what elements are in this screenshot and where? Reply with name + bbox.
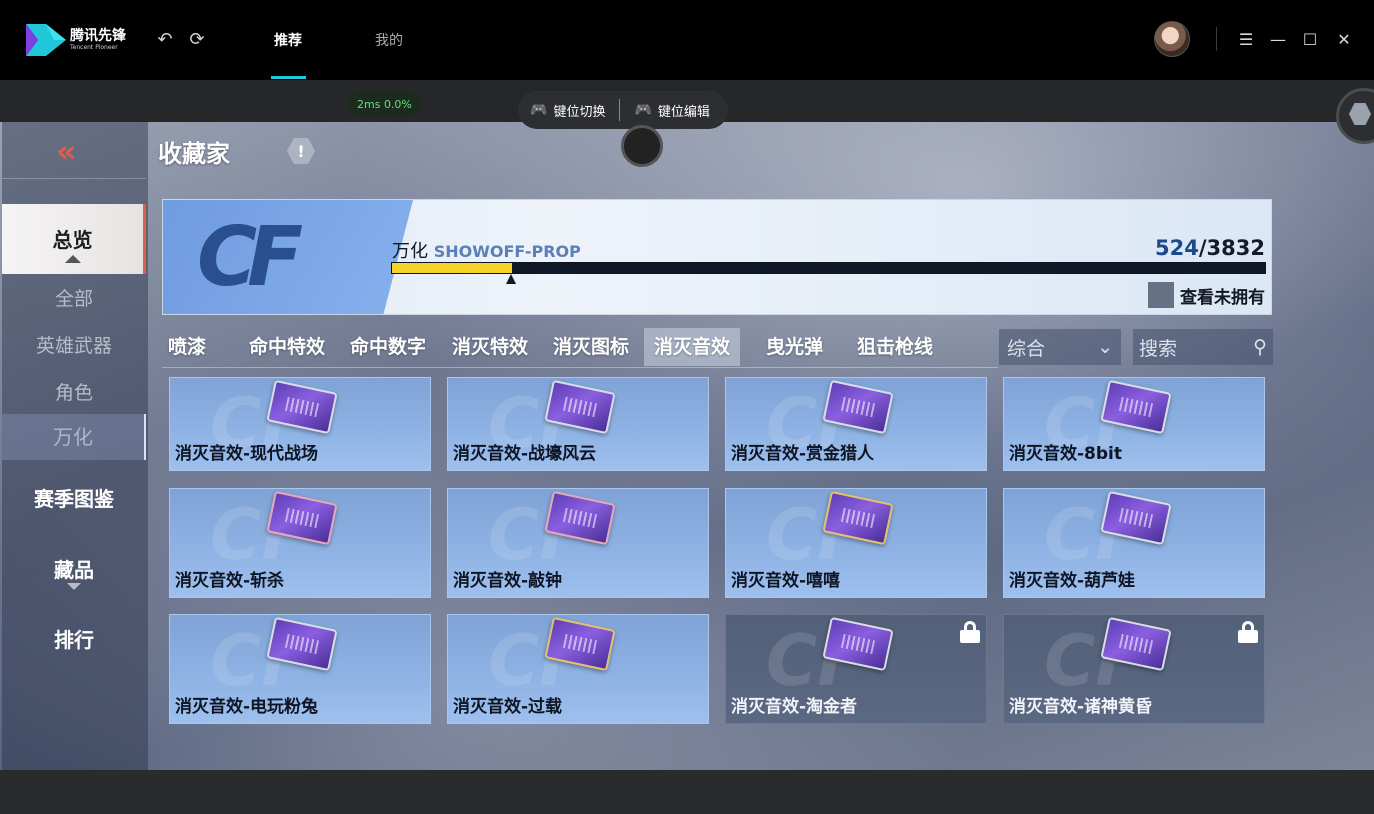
active-tab-indicator	[271, 76, 306, 79]
category-tabs: 喷漆 命中特效 命中数字 消灭特效 消灭图标 消灭音效 曳光弹 狙击枪线	[162, 328, 998, 368]
key-edit-button[interactable]: 🎮 键位编辑	[634, 101, 709, 120]
collection-banner: CF 万化 SHOWOFF-PROP 524/3832 查看未拥有	[162, 199, 1272, 315]
item-card-label: 消灭音效-嘻嘻	[731, 571, 841, 591]
tab-sniper-line[interactable]: 狙击枪线	[857, 328, 933, 366]
sidebar-item-label: 藏品	[54, 558, 94, 582]
page-title: 收藏家	[158, 140, 230, 168]
progress-marker-icon	[505, 274, 516, 284]
minimize-icon[interactable]: —	[1268, 29, 1288, 49]
sidebar-item-ranking[interactable]: 排行	[2, 624, 146, 653]
close-icon[interactable]: ✕	[1334, 29, 1354, 49]
sidebar-item-all[interactable]: 全部	[2, 284, 146, 311]
item-card[interactable]: CF 消灭音效-过载	[447, 614, 709, 724]
item-card[interactable]: CF 消灭音效-赏金猎人	[725, 377, 987, 471]
item-card[interactable]: CF 消灭音效-诸神黄昏	[1003, 614, 1265, 724]
key-switch-button[interactable]: 🎮 键位切换	[530, 101, 605, 120]
gamepad-icon: 🎮	[530, 102, 548, 118]
item-card-label: 消灭音效-电玩粉兔	[175, 697, 319, 717]
item-card[interactable]: CF 消灭音效-嘻嘻	[725, 488, 987, 598]
maximize-icon[interactable]: ☐	[1300, 29, 1320, 49]
checkbox[interactable]	[1148, 282, 1174, 308]
sort-value: 综合	[1007, 337, 1046, 360]
ping-indicator: 2ms 0.0%	[347, 92, 422, 116]
item-card[interactable]: CF 消灭音效-淘金者	[725, 614, 987, 724]
owned-count: 524	[1155, 236, 1199, 260]
sidebar-item-hero-weapons[interactable]: 英雄武器	[2, 331, 146, 358]
item-card[interactable]: CF 消灭音效-战壕风云	[447, 377, 709, 471]
tab-kill-icon[interactable]: 消灭图标	[553, 328, 629, 366]
topbar-divider	[1216, 27, 1217, 51]
keymap-toolbar: 🎮 键位切换 🎮 键位编辑	[518, 91, 728, 129]
keymap-divider	[619, 99, 621, 121]
tab-spray[interactable]: 喷漆	[168, 328, 206, 366]
banner-title-cn: 万化	[392, 241, 428, 262]
search-placeholder: 搜索	[1139, 337, 1178, 360]
sidebar-divider	[2, 178, 146, 179]
banner-title-en: SHOWOFF-PROP	[433, 242, 581, 261]
sort-dropdown[interactable]: 综合 ⌄	[999, 329, 1121, 365]
sidebar-item-label: 总览	[52, 228, 93, 252]
item-card[interactable]: CF 消灭音效-8bit	[1003, 377, 1265, 471]
item-card[interactable]: CF 消灭音效-敲钟	[447, 488, 709, 598]
item-card-label: 消灭音效-赏金猎人	[731, 444, 875, 464]
banner-title: 万化 SHOWOFF-PROP	[392, 237, 581, 263]
item-card-label: 消灭音效-诸神黄昏	[1009, 697, 1153, 717]
item-card-label: 消灭音效-现代战场	[175, 444, 319, 464]
view-unowned-toggle[interactable]: 查看未拥有	[1148, 282, 1265, 308]
back-icon[interactable]: ↶	[154, 28, 176, 50]
lock-icon	[1238, 621, 1258, 643]
item-card-label: 消灭音效-8bit	[1009, 444, 1123, 464]
refresh-icon[interactable]: ⟳	[186, 28, 208, 50]
emulator-bottom-bar	[0, 770, 1374, 814]
tencent-pioneer-logo-icon	[26, 24, 66, 56]
tab-hit-number[interactable]: 命中数字	[350, 328, 426, 366]
sidebar-item-overview[interactable]: 总览	[2, 204, 146, 274]
tab-hit-effect[interactable]: 命中特效	[249, 328, 325, 366]
item-card[interactable]: CF 消灭音效-现代战场	[169, 377, 431, 471]
logo-text-cn: 腾讯先锋	[70, 28, 126, 44]
lock-icon	[960, 621, 980, 643]
tab-kill-effect[interactable]: 消灭特效	[452, 328, 528, 366]
back-arrow-icon[interactable]: «	[56, 135, 90, 167]
tab-tracer[interactable]: 曳光弹	[766, 328, 823, 366]
collapse-up-icon	[64, 255, 81, 263]
tab-mine[interactable]: 我的	[375, 30, 403, 50]
key-switch-label: 键位切换	[553, 104, 606, 120]
cf-logo-icon: CF	[197, 210, 303, 305]
tab-recommend[interactable]: 推荐	[274, 30, 302, 50]
sidebar-item-wanhua[interactable]: 万化	[2, 414, 146, 460]
item-card-label: 消灭音效-葫芦娃	[1009, 571, 1136, 591]
search-icon: ⚲	[1253, 336, 1267, 358]
item-card[interactable]: CF 消灭音效-电玩粉兔	[169, 614, 431, 724]
item-card-label: 消灭音效-斩杀	[175, 571, 285, 591]
menu-icon[interactable]: ☰	[1236, 29, 1256, 49]
item-card-label: 消灭音效-敲钟	[453, 571, 563, 591]
app-logo[interactable]: 腾讯先锋 Tencent Pioneer	[24, 22, 132, 58]
item-card[interactable]: CF 消灭音效-葫芦娃	[1003, 488, 1265, 598]
collection-progress-fill	[392, 263, 512, 273]
search-input[interactable]: 搜索 ⚲	[1133, 329, 1273, 365]
sidebar-item-season[interactable]: 赛季图鉴	[2, 483, 146, 512]
tab-kill-sound[interactable]: 消灭音效	[644, 328, 741, 366]
item-card-label: 消灭音效-过载	[453, 697, 563, 717]
total-count: /3832	[1198, 236, 1265, 260]
collection-count: 524/3832	[1155, 236, 1265, 260]
item-card-label: 消灭音效-淘金者	[731, 697, 858, 717]
item-card-label: 消灭音效-战壕风云	[453, 444, 597, 464]
key-edit-label: 键位编辑	[657, 104, 710, 120]
gamepad-icon: 🎮	[634, 102, 652, 118]
expand-down-icon	[67, 583, 81, 590]
sidebar-item-collection[interactable]: 藏品	[2, 554, 146, 590]
touch-cursor	[621, 125, 663, 167]
collection-progress-bar	[391, 262, 1266, 274]
chevron-down-icon: ⌄	[1097, 336, 1113, 358]
view-unowned-label: 查看未拥有	[1180, 287, 1265, 308]
logo-text-en: Tencent Pioneer	[70, 44, 118, 51]
app-topbar: 腾讯先锋 Tencent Pioneer ↶ ⟳ 推荐 我的 ☰ — ☐ ✕	[0, 0, 1374, 80]
item-card[interactable]: CF 消灭音效-斩杀	[169, 488, 431, 598]
avatar[interactable]	[1154, 21, 1190, 57]
sidebar-item-character[interactable]: 角色	[2, 378, 146, 405]
